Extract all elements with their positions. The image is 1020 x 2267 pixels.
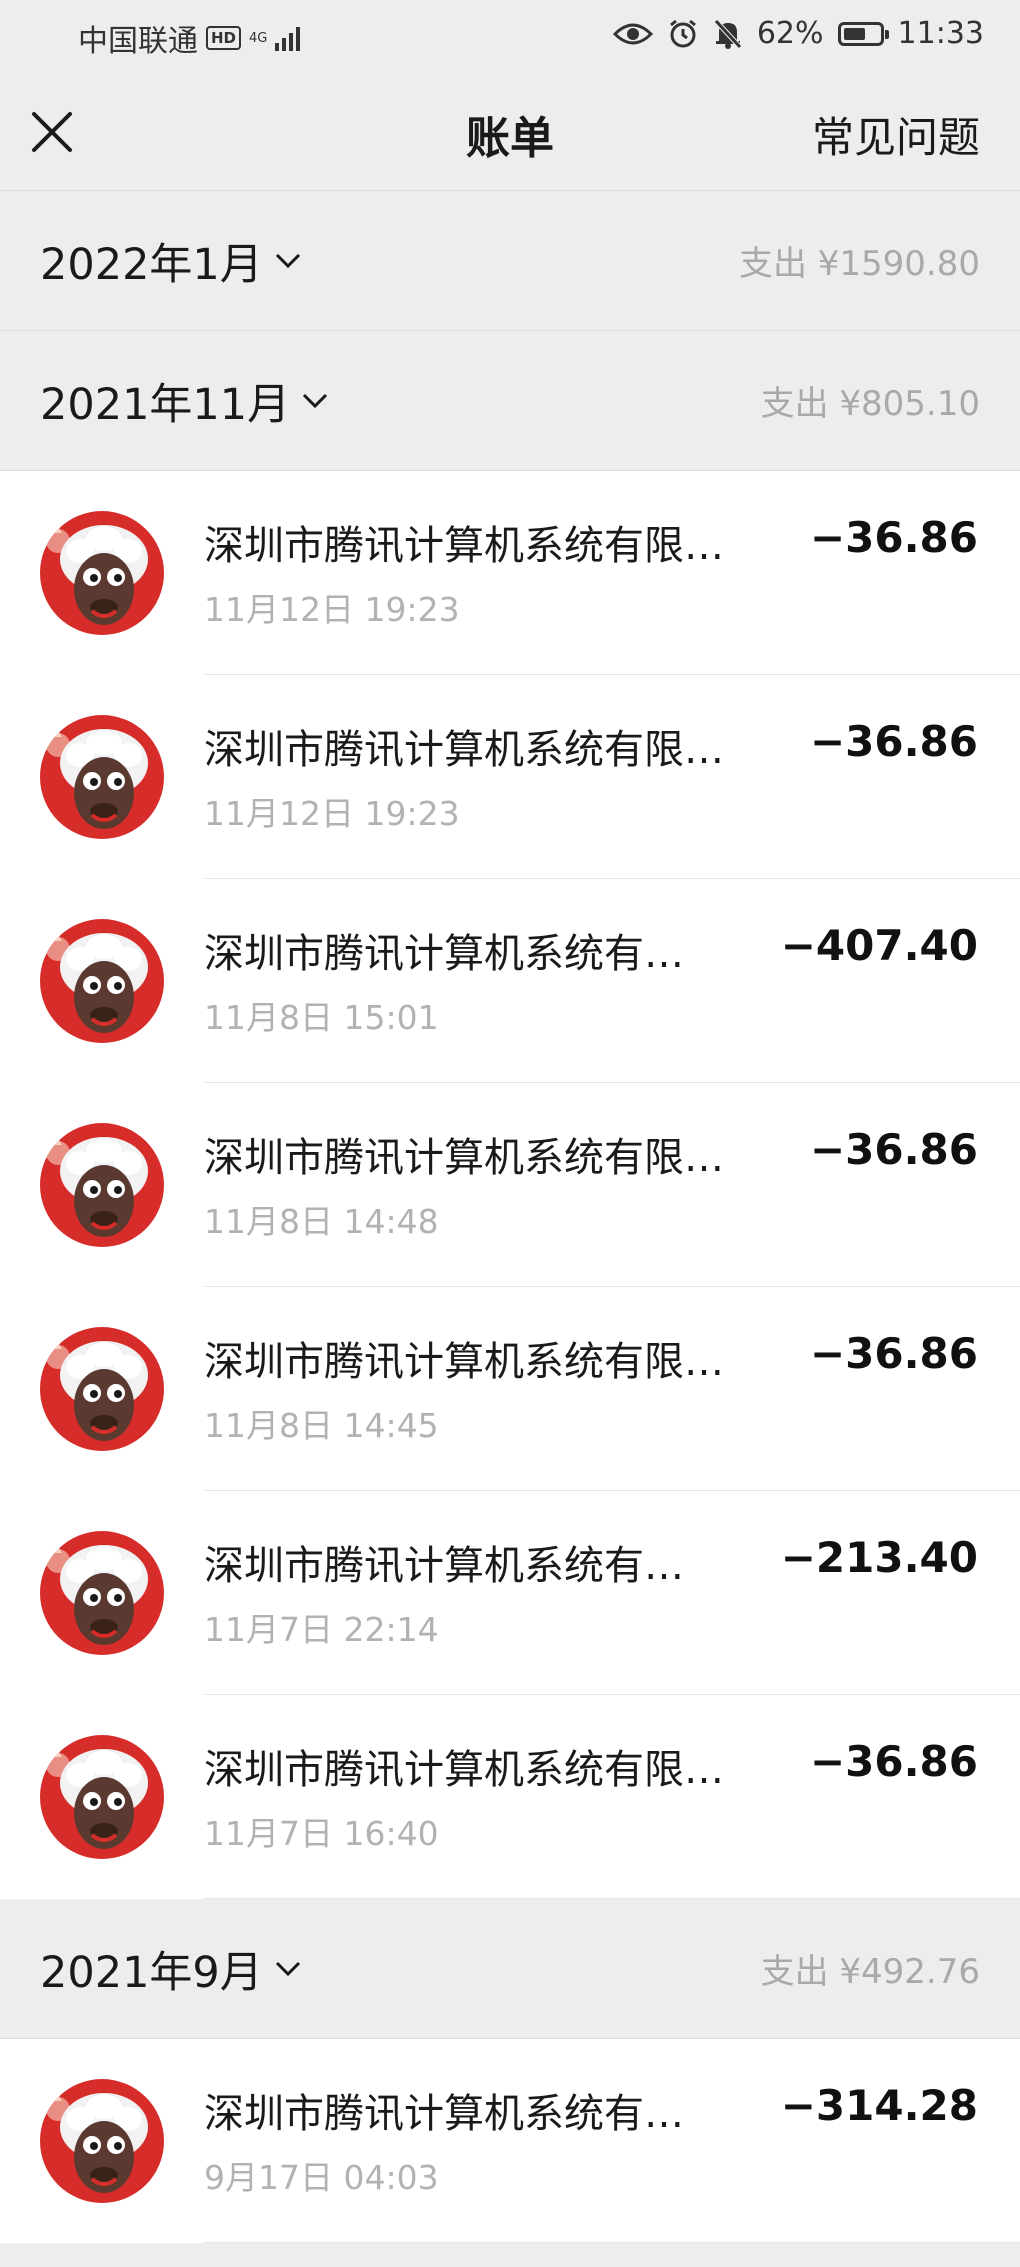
signal-icon [275,25,301,51]
transaction-row[interactable]: 深圳市腾讯计算机系统有… 11月8日 15:01 −407.40 [0,879,1020,1083]
chevron-down-icon [275,253,300,268]
merchant-name: 深圳市腾讯计算机系统有… [204,931,684,977]
transaction-amount: −36.86 [809,1125,978,1174]
network-type: 4G [249,32,267,45]
status-right: 62% 11:33 [612,16,984,51]
merchant-avatar [40,511,164,635]
network-label: 4G [249,30,268,46]
merchant-avatar [40,919,164,1043]
transaction-row[interactable]: 深圳市腾讯计算机系统有限… 11月8日 14:48 −36.86 [0,1083,1020,1287]
transaction-time: 11月8日 15:01 [204,998,439,1037]
transaction-list: 深圳市腾讯计算机系统有… 9月17日 04:03 −314.28 [0,2039,1020,2243]
chevron-down-icon [275,1961,300,1976]
battery-level [843,27,865,40]
bill-list: 2022年1月 支出 ¥1590.80 2021年11月 支出 ¥805.10 深圳市… [0,191,1020,2243]
month-selector[interactable]: 2021年11月 [40,370,328,432]
merchant-name: 深圳市腾讯计算机系统有限… [204,727,724,773]
row-divider [204,2242,1020,2243]
merchant-name: 深圳市腾讯计算机系统有… [204,1543,684,1589]
merchant-name: 深圳市腾讯计算机系统有限… [204,1339,724,1385]
alarm-icon [669,19,696,47]
chevron-down-icon [303,393,328,408]
merchant-name: 深圳市腾讯计算机系统有限… [204,523,724,569]
transaction-time: 11月12日 19:23 [204,590,460,629]
merchant-avatar [40,2079,164,2203]
transaction-time: 11月12日 19:23 [204,794,460,833]
merchant-name: 深圳市腾讯计算机系统有限… [204,1747,724,1793]
battery-icon [837,21,889,46]
battery-percent: 62% [756,16,824,51]
merchant-name: 深圳市腾讯计算机系统有… [204,2091,684,2137]
transaction-amount: −36.86 [809,513,978,562]
transaction-row[interactable]: 深圳市腾讯计算机系统有… 9月17日 04:03 −314.28 [0,2039,1020,2243]
transaction-amount: −213.40 [780,1533,978,1582]
faq-link[interactable]: 常见问题 [812,104,980,165]
merchant-avatar [40,1327,164,1451]
transaction-time: 11月7日 22:14 [204,1610,439,1649]
month-label: 2021年9月 [40,1947,263,1998]
month-selector[interactable]: 2022年1月 [40,230,301,292]
row-divider [204,1898,1020,1899]
transaction-amount: −314.28 [780,2081,978,2130]
month-header: 2022年1月 支出 ¥1590.80 [0,191,1020,331]
nav-bar: 账单 常见问题 [0,72,1020,191]
transaction-row[interactable]: 深圳市腾讯计算机系统有限… 11月7日 16:40 −36.86 [0,1695,1020,1899]
transaction-amount: −36.86 [809,1329,978,1378]
merchant-name: 深圳市腾讯计算机系统有限… [204,1135,724,1181]
merchant-avatar [40,1735,164,1859]
month-label: 2021年11月 [40,379,291,430]
transaction-row[interactable]: 深圳市腾讯计算机系统有限… 11月12日 19:23 −36.86 [0,471,1020,675]
transaction-row[interactable]: 深圳市腾讯计算机系统有… 11月7日 22:14 −213.40 [0,1491,1020,1695]
transaction-time: 9月17日 04:03 [204,2158,439,2197]
month-label: 2022年1月 [40,239,263,290]
month-header: 2021年11月 支出 ¥805.10 [0,331,1020,471]
merchant-avatar [40,715,164,839]
transaction-row[interactable]: 深圳市腾讯计算机系统有限… 11月8日 14:45 −36.86 [0,1287,1020,1491]
transaction-row[interactable]: 深圳市腾讯计算机系统有限… 11月12日 19:23 −36.86 [0,675,1020,879]
month-expense-total: 支出 ¥1590.80 [738,244,980,284]
merchant-avatar [40,1531,164,1655]
month-selector[interactable]: 2021年9月 [40,1938,301,2000]
month-expense-total: 支出 ¥492.76 [760,1952,980,1992]
transaction-amount: −407.40 [780,921,978,970]
transaction-list: 深圳市腾讯计算机系统有限… 11月12日 19:23 −36.86 深圳市腾讯计算机… [0,471,1020,1899]
hd-badge: HD [206,26,242,50]
status-left: 中国联通 HD 4G [78,16,301,60]
month-expense-total: 支出 ¥805.10 [760,384,980,424]
transaction-time: 11月8日 14:45 [204,1406,439,1445]
carrier-name: 中国联通 [78,24,198,59]
transaction-amount: −36.86 [809,1737,978,1786]
transaction-time: 11月8日 14:48 [204,1202,439,1241]
eye-icon [612,23,653,44]
merchant-avatar [40,1123,164,1247]
month-header: 2021年9月 支出 ¥492.76 [0,1899,1020,2039]
transaction-time: 11月7日 16:40 [204,1814,439,1853]
status-bar: 中国联通 HD 4G 62% 11:33 [0,0,1020,72]
mute-bell-icon [714,18,742,49]
clock: 11:33 [897,16,984,51]
transaction-amount: −36.86 [809,717,978,766]
